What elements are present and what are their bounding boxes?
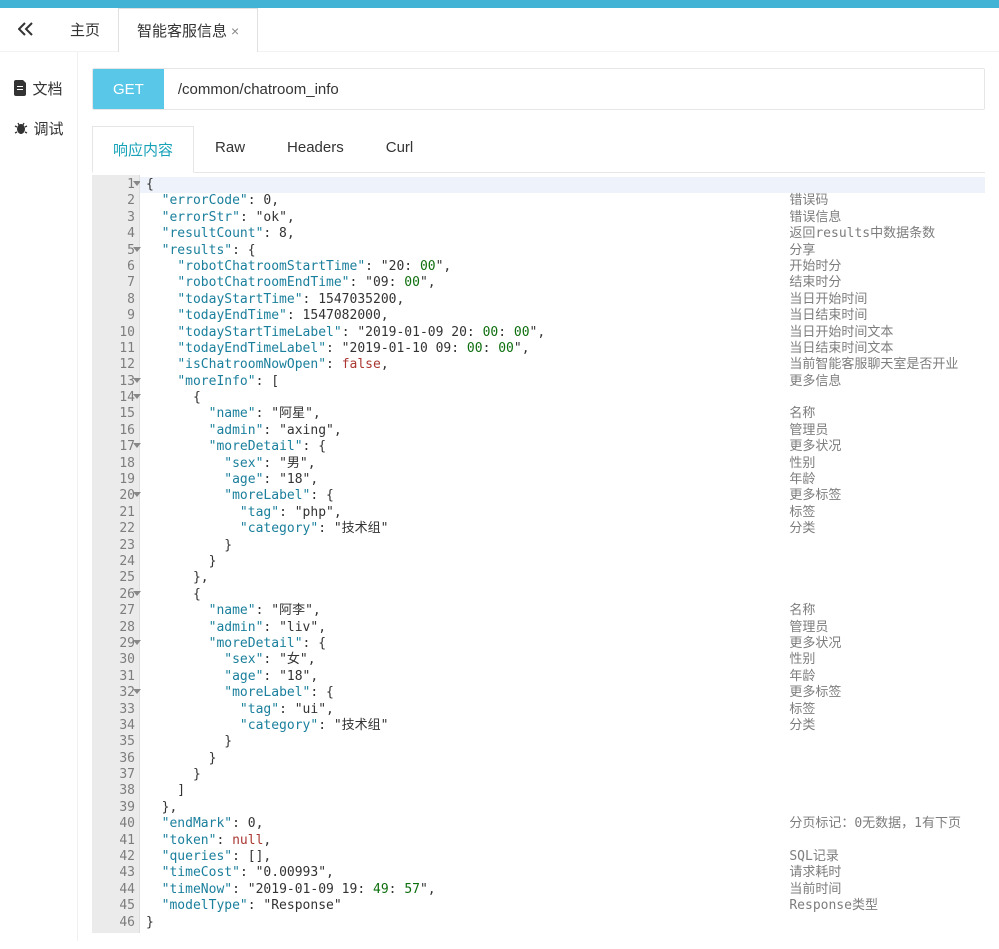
document-icon — [14, 80, 28, 96]
collapse-icon — [18, 22, 34, 36]
http-method[interactable]: GET — [93, 69, 164, 109]
sidebar-label: 文档 — [32, 78, 62, 99]
tab-chatroom-info[interactable]: 智能客服信息× — [118, 8, 258, 52]
sidebar-item-debug[interactable]: 调试 — [0, 108, 77, 148]
line-gutter: 1234567891011121314151617181920212223242… — [92, 175, 140, 933]
tab-label: 智能客服信息 — [137, 23, 227, 40]
sidebar-label: 调试 — [33, 118, 63, 139]
collapse-sidebar-button[interactable] — [0, 21, 52, 39]
sidebar-item-doc[interactable]: 文档 — [0, 68, 77, 108]
path-input[interactable] — [164, 69, 984, 109]
tab-response-raw[interactable]: Raw — [194, 126, 266, 172]
bug-icon — [13, 121, 29, 135]
tab-home[interactable]: 主页 — [52, 8, 118, 52]
tab-response-headers[interactable]: Headers — [266, 126, 365, 172]
response-tabs: 响应内容 Raw Headers Curl — [92, 126, 985, 173]
main-content: GET 响应内容 Raw Headers Curl 12345678910111… — [78, 52, 999, 941]
close-tab-button[interactable]: × — [231, 23, 239, 39]
tab-response-content[interactable]: 响应内容 — [92, 126, 194, 173]
header: 主页 智能客服信息× — [0, 8, 999, 52]
annotations-column: 错误码错误信息返回results中数据条数分享开始时分结束时分当日开始时间当日结… — [789, 177, 961, 931]
tab-response-curl[interactable]: Curl — [365, 126, 435, 172]
code-editor[interactable]: 1234567891011121314151617181920212223242… — [92, 175, 985, 933]
sidebar: 文档 调试 — [0, 52, 78, 941]
request-bar: GET — [92, 68, 985, 110]
code-lines: 错误码错误信息返回results中数据条数分享开始时分结束时分当日开始时间当日结… — [140, 175, 985, 933]
